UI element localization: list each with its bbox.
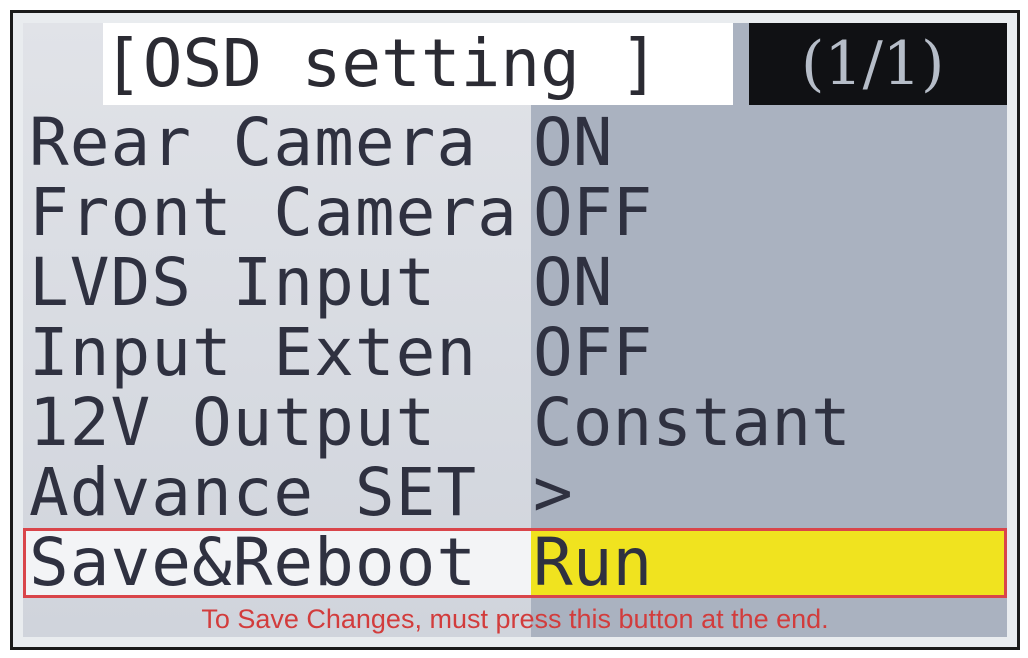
- menu-item-label: Advance SET: [29, 454, 478, 531]
- menu-item-value: ON: [533, 104, 613, 181]
- menu-item-value: OFF: [533, 174, 653, 251]
- title-bar: [OSD setting ] (1/1): [23, 23, 1007, 105]
- menu-item-advance-set[interactable]: Advance SET >: [23, 458, 1007, 528]
- menu-item-12v-output[interactable]: 12V Output Constant: [23, 388, 1007, 458]
- osd-frame: [OSD setting ] (1/1) Rear Camera ON Fron…: [10, 10, 1020, 650]
- menu-item-lvds-input[interactable]: LVDS Input ON: [23, 248, 1007, 318]
- menu-item-rear-camera[interactable]: Rear Camera ON: [23, 108, 1007, 178]
- menu-item-input-exten[interactable]: Input Exten OFF: [23, 318, 1007, 388]
- menu-item-label: LVDS Input: [29, 244, 437, 321]
- menu-item-value: Constant: [533, 384, 851, 461]
- menu-item-label: Front Camera: [29, 174, 518, 251]
- menu-item-label: Input Exten: [29, 314, 478, 391]
- menu-item-front-camera[interactable]: Front Camera OFF: [23, 178, 1007, 248]
- page-title: [OSD setting ]: [103, 23, 733, 105]
- menu-item-label: 12V Output: [29, 384, 437, 461]
- page-indicator: (1/1): [749, 23, 1007, 105]
- osd-screen: [OSD setting ] (1/1) Rear Camera ON Fron…: [23, 23, 1007, 637]
- save-notice: To Save Changes, must press this button …: [201, 604, 829, 634]
- menu-item-value: ON: [533, 244, 613, 321]
- menu-item-value: Run: [533, 524, 653, 601]
- menu-item-value: OFF: [533, 314, 653, 391]
- menu-item-label: Rear Camera: [29, 104, 478, 181]
- menu-item-save-reboot[interactable]: Save&Reboot Run: [23, 528, 1007, 598]
- menu-item-label: Save&Reboot: [29, 524, 478, 601]
- chevron-right-icon: >: [533, 454, 573, 531]
